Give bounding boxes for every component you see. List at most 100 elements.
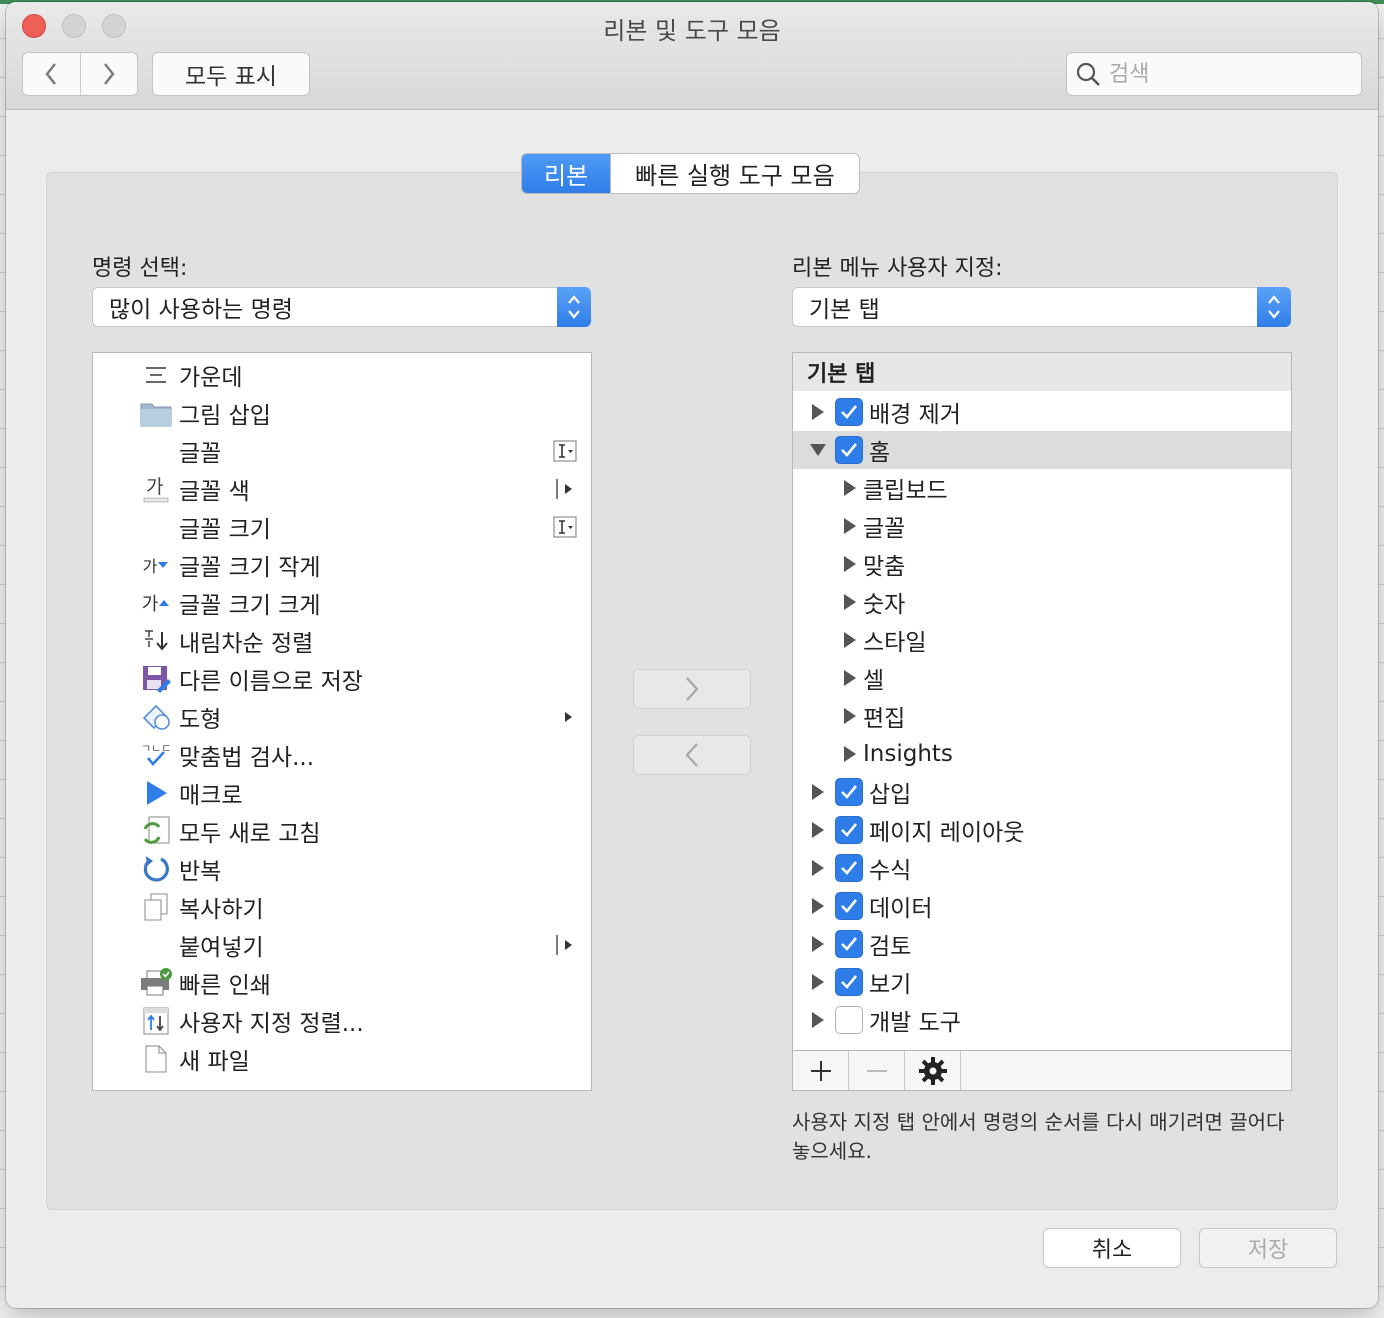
list-item[interactable]: 가 글꼴 크기 작게 — [93, 546, 589, 584]
add-to-ribbon-button[interactable] — [633, 669, 751, 709]
checkmark-icon — [841, 899, 858, 913]
font-increase-icon: 가 — [139, 586, 173, 620]
list-item[interactable]: 새 파일 — [93, 1040, 589, 1078]
list-item[interactable]: 글꼴 — [93, 432, 589, 470]
tab-checkbox[interactable] — [835, 892, 863, 920]
disclosure-collapsed-icon[interactable] — [841, 593, 859, 611]
tab-checkbox[interactable] — [835, 930, 863, 958]
disclosure-collapsed-icon[interactable] — [809, 859, 827, 877]
disclosure-collapsed-icon[interactable] — [809, 897, 827, 915]
disclosure-collapsed-icon[interactable] — [841, 745, 859, 763]
tab-ribbon[interactable]: 리본 — [522, 154, 611, 193]
tab-checkbox[interactable] — [835, 816, 863, 844]
list-item[interactable]: 복사하기 — [93, 888, 589, 926]
back-button[interactable] — [23, 53, 80, 95]
printer-icon — [139, 966, 173, 1000]
forward-button[interactable] — [79, 53, 138, 95]
tab-quick-access-toolbar[interactable]: 빠른 실행 도구 모음 — [610, 154, 859, 193]
tab-checkbox[interactable] — [835, 1006, 863, 1034]
list-item[interactable]: 다른 이름으로 저장 — [93, 660, 589, 698]
chevron-right-icon — [103, 63, 115, 85]
tree-item[interactable]: 수식 — [793, 849, 1291, 887]
list-item[interactable]: 가 글꼴 크기 크게 — [93, 584, 589, 622]
disclosure-collapsed-icon[interactable] — [841, 517, 859, 535]
tree-item[interactable]: 클립보드 — [793, 469, 1291, 507]
disclosure-collapsed-icon[interactable] — [809, 821, 827, 839]
tree-item[interactable]: 개발 도구 — [793, 1001, 1291, 1039]
tree-item-label: 삽입 — [869, 782, 912, 808]
tree-item[interactable]: 삽입 — [793, 773, 1291, 811]
choose-commands-label: 명령 선택: — [92, 256, 188, 281]
align-center-icon — [139, 358, 173, 392]
refresh-all-icon — [139, 814, 173, 848]
customize-ribbon-label: 리본 메뉴 사용자 지정: — [792, 256, 1003, 281]
list-item[interactable]: 글꼴 크기 — [93, 508, 589, 546]
list-item[interactable]: 모두 새로 고침 — [93, 812, 589, 850]
tree-item[interactable]: 숫자 — [793, 583, 1291, 621]
tree-item[interactable]: 배경 제거 — [793, 393, 1291, 431]
tree-item[interactable]: 데이터 — [793, 887, 1291, 925]
list-item[interactable]: 반복 — [93, 850, 589, 888]
tree-item[interactable]: 보기 — [793, 963, 1291, 1001]
sort-descending-icon — [139, 624, 173, 658]
ribbon-tabs-select[interactable]: 기본 탭 — [792, 287, 1291, 327]
disclosure-collapsed-icon[interactable] — [809, 783, 827, 801]
search-input[interactable] — [1109, 61, 1349, 87]
save-button[interactable]: 저장 — [1199, 1228, 1337, 1268]
tree-item[interactable]: 스타일 — [793, 621, 1291, 659]
tree-item[interactable]: 홈 — [793, 431, 1291, 469]
disclosure-expanded-icon[interactable] — [809, 441, 827, 459]
list-item[interactable]: ㄱㄴㄷ 맞춤법 검사... — [93, 736, 589, 774]
ribbon-toolbar-dialog: 리본 및 도구 모음 모두 표시 리본 빠른 실행 도구 모음 명령 선택: 많… — [6, 2, 1378, 1308]
remove-tab-button[interactable] — [849, 1051, 905, 1090]
commands-list[interactable]: 가운데 그림 삽입 글꼴 가 글꼴 색 글꼴 크기 가 글꼴 크기 작게 가 글… — [92, 352, 592, 1091]
spelling-icon: ㄱㄴㄷ — [139, 738, 173, 772]
disclosure-collapsed-icon[interactable] — [841, 479, 859, 497]
disclosure-collapsed-icon[interactable] — [841, 631, 859, 649]
disclosure-collapsed-icon[interactable] — [809, 403, 827, 421]
tree-item-label: 페이지 레이아웃 — [869, 820, 1025, 846]
tree-item-label: 데이터 — [869, 896, 933, 922]
list-item[interactable]: 내림차순 정렬 — [93, 622, 589, 660]
tree-item[interactable]: 편집 — [793, 697, 1291, 735]
tree-item[interactable]: 셀 — [793, 659, 1291, 697]
text-cursor-icon — [553, 516, 577, 538]
list-item[interactable]: 가운데 — [93, 356, 589, 394]
cancel-button[interactable]: 취소 — [1043, 1228, 1181, 1268]
disclosure-collapsed-icon[interactable] — [809, 935, 827, 953]
checkmark-icon — [841, 823, 858, 837]
list-item[interactable]: 그림 삽입 — [93, 394, 589, 432]
show-all-button[interactable]: 모두 표시 — [152, 52, 310, 96]
list-item[interactable]: 사용자 지정 정렬... — [93, 1002, 589, 1040]
disclosure-collapsed-icon[interactable] — [841, 707, 859, 725]
list-item[interactable]: 빠른 인쇄 — [93, 964, 589, 1002]
disclosure-collapsed-icon[interactable] — [841, 555, 859, 573]
disclosure-collapsed-icon[interactable] — [841, 669, 859, 687]
tree-item[interactable]: 글꼴 — [793, 507, 1291, 545]
tab-checkbox[interactable] — [835, 778, 863, 806]
tab-checkbox[interactable] — [835, 398, 863, 426]
disclosure-collapsed-icon[interactable] — [809, 1011, 827, 1029]
list-item[interactable]: 붙여넣기 — [93, 926, 589, 964]
commands-source-select[interactable]: 많이 사용하는 명령 — [92, 287, 591, 327]
search-field[interactable] — [1066, 52, 1362, 96]
tree-item[interactable]: 맞춤 — [793, 545, 1291, 583]
tree-options-button[interactable] — [905, 1051, 961, 1090]
add-tab-button[interactable] — [793, 1051, 849, 1090]
list-item[interactable]: 가 글꼴 색 — [93, 470, 589, 508]
disclosure-collapsed-icon[interactable] — [809, 973, 827, 991]
tree-item[interactable]: 검토 — [793, 925, 1291, 963]
tab-checkbox[interactable] — [835, 854, 863, 882]
tab-checkbox[interactable] — [835, 968, 863, 996]
ribbon-tree[interactable]: 기본 탭 배경 제거 홈 클립보드 글꼴 맞춤 숫자 스타일 셀 편집 Insights 삽입 페이지… — [792, 352, 1292, 1091]
tree-item[interactable]: Insights — [793, 735, 1291, 773]
select-stepper-icon — [1257, 287, 1291, 327]
remove-from-ribbon-button[interactable] — [633, 735, 751, 775]
tree-item-label: Insights — [863, 741, 953, 767]
list-item[interactable]: 도형 — [93, 698, 589, 736]
tab-checkbox[interactable] — [835, 436, 863, 464]
submenu-arrow-icon — [555, 478, 577, 500]
tree-item[interactable]: 페이지 레이아웃 — [793, 811, 1291, 849]
window-title: 리본 및 도구 모음 — [603, 17, 781, 45]
list-item[interactable]: 매크로 — [93, 774, 589, 812]
